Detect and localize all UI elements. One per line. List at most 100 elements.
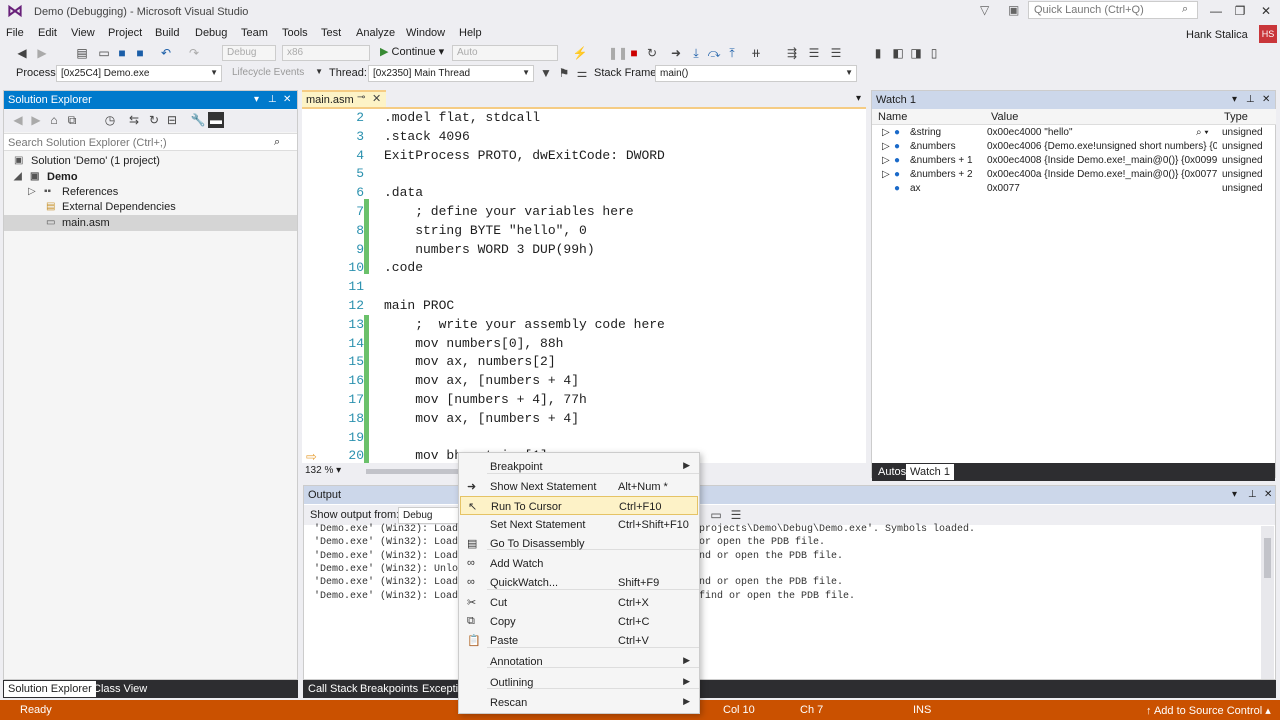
- feedback-icon[interactable]: ▣: [1008, 3, 1019, 17]
- step-out-icon[interactable]: ⤒: [724, 45, 740, 61]
- menu-build[interactable]: Build: [155, 27, 179, 39]
- quick-launch-input[interactable]: Quick Launch (Ctrl+Q): [1028, 1, 1198, 19]
- clear-all-icon[interactable]: ▭: [708, 507, 724, 523]
- bookmark-next-icon[interactable]: ◨: [908, 45, 924, 61]
- process-select[interactable]: [0x25C4] Demo.exe ▼: [56, 65, 222, 82]
- lifecycle-events-select[interactable]: Lifecycle Events ▼: [228, 65, 326, 82]
- menu-item-outlining[interactable]: Outlining ▶: [460, 673, 698, 692]
- watch-value[interactable]: 0x00ec4000 "hello": [987, 127, 1217, 138]
- watch-name[interactable]: &string: [910, 127, 985, 138]
- step-over-icon[interactable]: ⤼: [706, 45, 722, 61]
- dropdown-icon[interactable]: ▾: [1232, 489, 1237, 500]
- config-select[interactable]: Debug: [222, 45, 276, 61]
- code-line[interactable]: 13 ; write your assembly code here: [302, 316, 852, 335]
- sync-icon[interactable]: ⇆: [126, 112, 142, 128]
- menu-item-show-next-statement[interactable]: ➜ Show Next Statement Alt+Num *: [460, 477, 698, 496]
- code-line[interactable]: 11: [302, 278, 852, 297]
- code-line[interactable]: 17 mov [numbers + 4], 77h: [302, 391, 852, 410]
- menu-debug[interactable]: Debug: [195, 27, 227, 39]
- tree-item-main-asm[interactable]: ▭ main.asm: [4, 215, 297, 231]
- threads-icon[interactable]: ⇶: [784, 45, 800, 61]
- open-icon[interactable]: ▭: [96, 45, 112, 61]
- watch-row[interactable]: ▷ ● &numbers + 2 0x00ec400a {Inside Demo.ex…: [872, 169, 1275, 183]
- code-line[interactable]: 6 .data: [302, 184, 852, 203]
- search-icon[interactable]: ⌕: [1182, 3, 1188, 16]
- tab-watch-1[interactable]: Watch 1: [906, 464, 954, 480]
- back-icon[interactable]: ◀: [14, 45, 30, 61]
- tree-item-external-dependencies[interactable]: ▤ External Dependencies: [4, 199, 297, 215]
- continue-button[interactable]: ▶ Continue ▾: [380, 45, 444, 58]
- watch-row[interactable]: ▷ ● &numbers + 1 0x00ec4008 {Inside Demo.ex…: [872, 155, 1275, 169]
- switch-views-icon[interactable]: ⧉: [64, 112, 80, 128]
- dropdown-icon[interactable]: ▾: [1232, 94, 1237, 105]
- menu-item-add-watch[interactable]: ∞ Add Watch: [460, 554, 698, 573]
- scroll-thumb[interactable]: [1264, 538, 1271, 578]
- hot-reload-icon[interactable]: ⚡: [572, 45, 588, 61]
- code-line[interactable]: 2 .model flat, stdcall: [302, 109, 852, 128]
- collapsed-arrow-icon[interactable]: ▷: [28, 186, 36, 197]
- column-header-value[interactable]: Value: [985, 109, 1218, 125]
- word-wrap-icon[interactable]: ☰: [728, 507, 744, 523]
- code-line[interactable]: 9 numbers WORD 3 DUP(99h): [302, 241, 852, 260]
- close-icon[interactable]: ✕: [1264, 489, 1272, 500]
- watch-title[interactable]: Watch 1 ▾ ⊥ ✕: [872, 91, 1275, 109]
- solution-search-input[interactable]: Search Solution Explorer (Ctrl+;): [4, 133, 297, 151]
- maximize-button[interactable]: ❐: [1226, 2, 1254, 20]
- comment-icon[interactable]: ☰: [806, 45, 822, 61]
- watch-value[interactable]: 0x00ec4006 {Demo.exe!unsigned short numb…: [987, 141, 1217, 152]
- menu-item-breakpoint[interactable]: Breakpoint ▶: [460, 457, 698, 476]
- break-all-icon[interactable]: ❚❚: [608, 45, 628, 61]
- menu-file[interactable]: File: [6, 27, 24, 39]
- forward-icon[interactable]: ▶: [34, 45, 50, 61]
- bookmark-icon[interactable]: ▮: [870, 45, 886, 61]
- expand-arrow-icon[interactable]: ▷: [882, 155, 890, 166]
- preview-icon[interactable]: ▬: [208, 112, 224, 128]
- menu-team[interactable]: Team: [241, 27, 268, 39]
- watch-value[interactable]: 0x0077: [987, 183, 1217, 194]
- show-next-statement-icon[interactable]: ➜: [668, 45, 684, 61]
- menu-edit[interactable]: Edit: [38, 27, 57, 39]
- save-all-icon[interactable]: ■: [132, 45, 148, 61]
- show-threads-icon[interactable]: ⚌: [574, 65, 590, 81]
- stop-icon[interactable]: ■: [626, 45, 642, 61]
- output-scrollbar[interactable]: [1261, 526, 1274, 679]
- search-icon[interactable]: ⌕: [274, 136, 280, 149]
- code-line[interactable]: 16 mov ax, [numbers + 4]: [302, 372, 852, 391]
- code-line[interactable]: 18 mov ax, [numbers + 4]: [302, 410, 852, 429]
- watch-row[interactable]: ▷ ● &numbers 0x00ec4006 {Demo.exe!unsigned …: [872, 141, 1275, 155]
- menu-item-annotation[interactable]: Annotation ▶: [460, 652, 698, 671]
- uncomment-icon[interactable]: ☰: [828, 45, 844, 61]
- thread-select[interactable]: [0x2350] Main Thread ▼: [368, 65, 534, 82]
- collapse-all-icon[interactable]: ⊟: [164, 112, 180, 128]
- menu-item-set-next-statement[interactable]: Set Next Statement Ctrl+Shift+F10: [460, 515, 698, 534]
- watch-value[interactable]: 0x00ec4008 {Inside Demo.exe!_main@0()} {…: [987, 155, 1217, 166]
- tree-item-references[interactable]: ▷ ▪▪ References: [4, 184, 297, 200]
- tab-class-view[interactable]: Class View: [89, 681, 151, 697]
- hex-icon[interactable]: ⧺: [748, 45, 764, 61]
- watch-name[interactable]: ax: [910, 183, 985, 194]
- code-editor[interactable]: 2 .model flat, stdcall 3 .stack 4096 4 ExitPr…: [302, 107, 1165, 465]
- restart-icon[interactable]: ↻: [644, 45, 660, 61]
- avatar[interactable]: HS: [1259, 25, 1277, 43]
- dropdown-icon[interactable]: ▾: [856, 93, 861, 104]
- menu-test[interactable]: Test: [321, 27, 341, 39]
- forward-icon[interactable]: ▶: [28, 112, 44, 128]
- auto-select[interactable]: Auto: [452, 45, 558, 61]
- expand-arrow-icon[interactable]: ▷: [882, 141, 890, 152]
- close-icon[interactable]: ✕: [283, 94, 291, 105]
- filter-icon[interactable]: ▽: [980, 3, 989, 17]
- tab-solution-explorer[interactable]: Solution Explorer: [4, 681, 96, 697]
- menu-tools[interactable]: Tools: [282, 27, 308, 39]
- tab-autos[interactable]: Autos: [874, 464, 910, 480]
- bookmark-prev-icon[interactable]: ◧: [890, 45, 906, 61]
- output-source-select[interactable]: Debug: [398, 507, 460, 524]
- properties-icon[interactable]: 🔧: [190, 112, 206, 128]
- watch-name[interactable]: &numbers: [910, 141, 985, 152]
- add-to-source-control-button[interactable]: ↑ Add to Source Control ▴: [1146, 704, 1271, 717]
- close-icon[interactable]: ✕: [1262, 94, 1270, 105]
- tree-item-solution[interactable]: ▣ Solution 'Demo' (1 project): [4, 153, 297, 169]
- watch-name[interactable]: &numbers + 2: [910, 169, 985, 180]
- step-into-icon[interactable]: ⤓: [688, 45, 704, 61]
- solution-explorer-title[interactable]: Solution Explorer ▾ ⊥ ✕: [4, 91, 297, 109]
- column-header-name[interactable]: Name: [872, 109, 985, 125]
